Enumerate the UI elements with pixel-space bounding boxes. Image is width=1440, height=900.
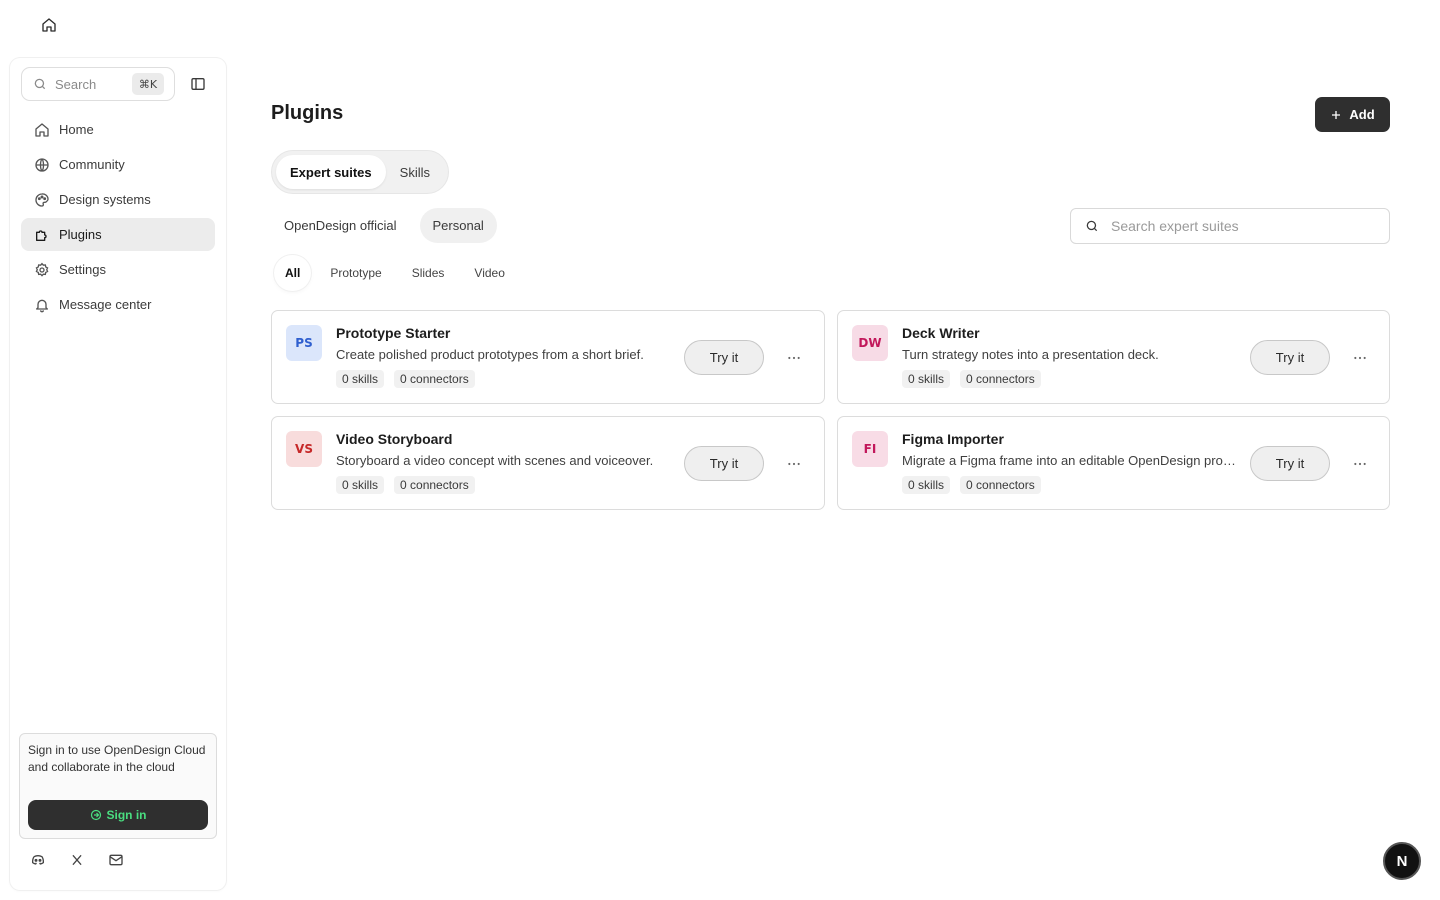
home-icon[interactable]	[38, 14, 60, 36]
sidebar-search[interactable]: Search ⌘K	[21, 67, 175, 101]
assistant-launcher-button[interactable]: N	[1383, 842, 1421, 880]
connectors-count: 0 connectors	[394, 370, 475, 388]
more-options-icon[interactable]	[1350, 454, 1370, 474]
sign-in-icon	[90, 809, 102, 821]
suite-meta: 0 skills 0 connectors	[336, 476, 475, 494]
sidebar-item-label: Design systems	[59, 192, 151, 207]
filter-slides[interactable]: Slides	[401, 255, 456, 291]
filter-prototype[interactable]: Prototype	[319, 255, 392, 291]
sidebar-item-label: Community	[59, 157, 125, 172]
sidebar-item-community[interactable]: Community	[21, 148, 215, 181]
sidebar-item-settings[interactable]: Settings	[21, 253, 215, 286]
try-it-button[interactable]: Try it	[1250, 340, 1330, 375]
page-title: Plugins	[271, 102, 344, 124]
discord-icon[interactable]	[28, 850, 47, 869]
plugin-icon	[33, 226, 51, 244]
sidebar-item-home[interactable]: Home	[21, 113, 215, 146]
signin-text: Sign in to use OpenDesign Cloud and coll…	[28, 743, 206, 774]
sidebar-item-message-center[interactable]: Message center	[21, 288, 215, 321]
sidebar-item-label: Settings	[59, 262, 106, 277]
more-options-icon[interactable]	[784, 348, 804, 368]
suite-grid: PS Prototype Starter Create polished pro…	[271, 310, 1390, 510]
sidebar-nav: Home Community Design systems Plugins Se…	[21, 113, 215, 323]
x-icon[interactable]	[67, 850, 86, 869]
search-label: Search	[55, 76, 97, 92]
source-tabs: OpenDesign official Personal	[271, 208, 497, 243]
signin-card: Sign in to use OpenDesign Cloud and coll…	[19, 733, 217, 839]
skills-count: 0 skills	[336, 370, 385, 388]
sidebar-item-label: Message center	[59, 297, 152, 312]
plus-icon	[1330, 109, 1342, 121]
try-it-button[interactable]: Try it	[1250, 446, 1330, 481]
tab-expert-suites[interactable]: Expert suites	[276, 155, 386, 189]
search-icon	[33, 77, 47, 91]
sidebar-item-design-systems[interactable]: Design systems	[21, 183, 215, 216]
tab-personal[interactable]: Personal	[419, 208, 497, 243]
segment-control: Expert suites Skills	[271, 150, 449, 194]
connectors-count: 0 connectors	[960, 370, 1041, 388]
suite-meta: 0 skills 0 connectors	[336, 370, 475, 388]
tab-skills[interactable]: Skills	[386, 155, 444, 189]
shortcut-badge: ⌘K	[132, 73, 164, 95]
tab-opendesign-official[interactable]: OpenDesign official	[271, 208, 410, 243]
try-it-button[interactable]: Try it	[684, 340, 764, 375]
suite-card-video-storyboard[interactable]: VS Video Storyboard Storyboard a video c…	[271, 416, 825, 510]
suite-card-deck-writer[interactable]: DW Deck Writer Turn strategy notes into …	[837, 310, 1390, 404]
more-options-icon[interactable]	[784, 454, 804, 474]
sidebar-toggle-icon[interactable]	[188, 74, 208, 94]
suite-title: Figma Importer	[902, 431, 1004, 447]
suite-description: Migrate a Figma frame into an editable O…	[902, 453, 1236, 468]
connectors-count: 0 connectors	[960, 476, 1041, 494]
try-it-button[interactable]: Try it	[684, 446, 764, 481]
suite-search-field[interactable]	[1070, 208, 1390, 244]
sign-in-label: Sign in	[106, 808, 147, 822]
filter-video[interactable]: Video	[463, 255, 515, 291]
suite-title: Video Storyboard	[336, 431, 453, 447]
sidebar: Search ⌘K Home Community Design systems …	[10, 58, 226, 890]
suite-title: Prototype Starter	[336, 325, 451, 341]
sign-in-button[interactable]: Sign in	[28, 800, 208, 830]
suite-card-prototype-starter[interactable]: PS Prototype Starter Create polished pro…	[271, 310, 825, 404]
add-label: Add	[1349, 107, 1375, 122]
palette-icon	[33, 191, 51, 209]
suite-description: Turn strategy notes into a presentation …	[902, 347, 1159, 362]
globe-icon	[33, 156, 51, 174]
bell-icon	[33, 296, 51, 314]
suite-badge: FI	[852, 431, 888, 467]
more-options-icon[interactable]	[1350, 348, 1370, 368]
add-button[interactable]: Add	[1315, 97, 1390, 132]
category-filters: All Prototype Slides Video	[274, 255, 516, 291]
suite-badge: DW	[852, 325, 888, 361]
suite-card-figma-importer[interactable]: FI Figma Importer Migrate a Figma frame …	[837, 416, 1390, 510]
suite-badge: PS	[286, 325, 322, 361]
gear-icon	[33, 261, 51, 279]
connectors-count: 0 connectors	[394, 476, 475, 494]
suite-search-input[interactable]	[1111, 218, 1371, 234]
skills-count: 0 skills	[902, 476, 951, 494]
search-icon	[1085, 219, 1099, 233]
skills-count: 0 skills	[336, 476, 385, 494]
suite-meta: 0 skills 0 connectors	[902, 370, 1041, 388]
home-icon	[33, 121, 51, 139]
suite-badge: VS	[286, 431, 322, 467]
social-links	[28, 850, 125, 869]
sidebar-item-label: Home	[59, 122, 94, 137]
suite-description: Create polished product prototypes from …	[336, 347, 644, 362]
skills-count: 0 skills	[902, 370, 951, 388]
sidebar-item-plugins[interactable]: Plugins	[21, 218, 215, 251]
suite-title: Deck Writer	[902, 325, 980, 341]
sidebar-item-label: Plugins	[59, 227, 102, 242]
mail-icon[interactable]	[106, 850, 125, 869]
suite-meta: 0 skills 0 connectors	[902, 476, 1041, 494]
suite-description: Storyboard a video concept with scenes a…	[336, 453, 654, 468]
filter-all[interactable]: All	[274, 255, 311, 291]
top-bar	[0, 0, 1440, 52]
